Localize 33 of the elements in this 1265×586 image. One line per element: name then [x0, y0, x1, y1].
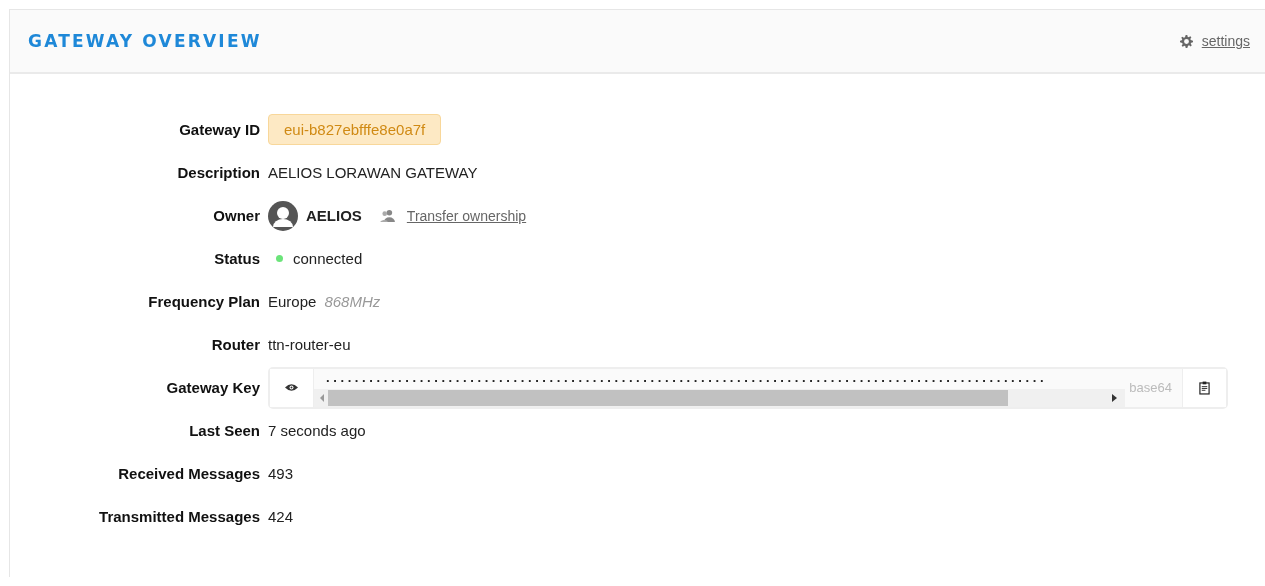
users-icon	[379, 209, 395, 222]
encoding-label: base64	[1125, 368, 1182, 407]
field-label: Owner	[212, 207, 261, 224]
frequency-band-text: 868MHz	[324, 293, 381, 310]
field-value: ttn-router-eu	[268, 336, 351, 353]
settings-icon[interactable]	[1179, 34, 1193, 48]
gateway-id-badge: eui-b827ebfffe8e0a7f	[268, 114, 442, 145]
panel-title: GATEWAY OVERVIEW	[28, 31, 262, 51]
settings-link[interactable]: settings	[1201, 33, 1250, 49]
field-label: Frequency Plan	[147, 293, 261, 310]
frequency-region: Europe	[268, 293, 317, 310]
owner-name: AELIOS	[306, 207, 362, 224]
field-label: Received Messages	[117, 465, 261, 482]
status-text: connected	[293, 250, 363, 267]
field-label: Status	[213, 250, 261, 267]
avatar-icon	[268, 200, 298, 231]
field-label: Last Seen	[188, 422, 261, 439]
field-value: 424	[268, 508, 294, 525]
field-label: Description	[176, 164, 261, 181]
field-label: Gateway Key	[165, 379, 261, 396]
field-value: 7 seconds ago	[268, 422, 366, 439]
field-label: Gateway ID	[178, 121, 261, 138]
show-key-button[interactable]	[270, 368, 314, 407]
masked-key: ....................................................................................................	[314, 368, 1048, 387]
transfer-ownership-link[interactable]: Transfer ownership	[406, 207, 527, 224]
clipboard-icon	[1199, 380, 1210, 395]
field-label: Transmitted Messages	[98, 508, 261, 525]
field-value: AELIOS LORAWAN GATEWAY	[268, 164, 478, 181]
eye-icon	[285, 383, 298, 392]
horizontal-scrollbar[interactable]	[314, 388, 1126, 407]
field-label: Router	[210, 336, 261, 353]
copy-button[interactable]	[1182, 368, 1226, 407]
field-value: 493	[268, 465, 294, 482]
